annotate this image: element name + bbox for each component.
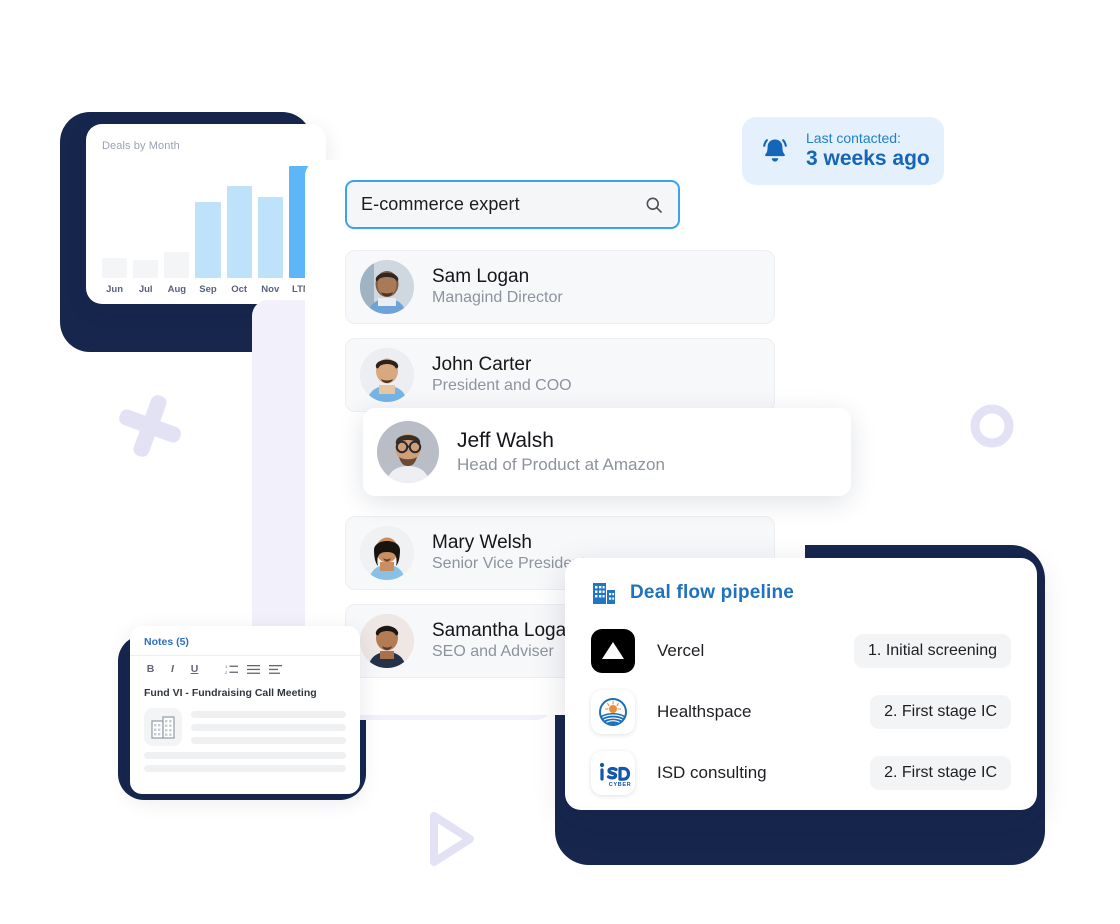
- svg-text:CYBER: CYBER: [609, 782, 632, 788]
- bar: [226, 186, 252, 278]
- bar: [133, 260, 159, 278]
- bar: [102, 257, 128, 278]
- avatar: [377, 421, 439, 483]
- list-bullet-icon[interactable]: [247, 664, 260, 675]
- list-item[interactable]: John Carter President and COO: [345, 338, 775, 412]
- building-thumbnail-icon: [144, 708, 182, 746]
- pipeline-header: Deal flow pipeline: [591, 580, 1011, 606]
- chart-bar-sep: [195, 166, 221, 278]
- contact-role: Managind Director: [432, 289, 563, 307]
- avatar: [360, 614, 414, 668]
- list-item-featured[interactable]: Jeff Walsh Head of Product at Amazon: [363, 408, 851, 496]
- badge-value: 3 weeks ago: [806, 147, 930, 171]
- italic-icon[interactable]: I: [166, 663, 179, 675]
- deal-company-name: Vercel: [657, 640, 705, 660]
- chart-bar-jul: [133, 166, 159, 278]
- chart-tick-label: Jul: [138, 284, 153, 295]
- notes-skeleton-lines-wide: [144, 752, 346, 772]
- table-row[interactable]: Healthspace 2. First stage IC: [591, 681, 1011, 742]
- notes-title: Notes (5): [144, 636, 189, 648]
- chart-x-axis-labels: Jun Jul Aug Sep Oct Nov LTM: [102, 284, 314, 295]
- contact-role: President and COO: [432, 377, 572, 395]
- deals-by-month-card: Deals by Month Jun Jul Aug Sep Oct Nov LTM: [86, 124, 326, 304]
- notes-card: Notes (5) B I U 1 2 Fund VI - Fundraisin…: [130, 626, 360, 794]
- bold-icon[interactable]: B: [144, 663, 157, 675]
- avatar: [360, 260, 414, 314]
- chart-bars: [102, 166, 314, 278]
- bar: [257, 197, 283, 278]
- chart-tick-label: Oct: [231, 284, 248, 295]
- notes-toolbar[interactable]: B I U 1 2: [144, 656, 346, 680]
- search-input[interactable]: E-commerce expert: [345, 180, 680, 229]
- chart-bar-oct: [226, 166, 252, 278]
- contact-role: SEO and Adviser: [432, 643, 554, 661]
- contact-role: Head of Product at Amazon: [457, 455, 665, 475]
- chart-tick-label: Aug: [167, 284, 187, 295]
- plus-decoration: [119, 395, 181, 457]
- chart-bar-nov: [257, 166, 283, 278]
- bell-icon: [763, 139, 787, 162]
- notes-skeleton-lines: [191, 708, 346, 750]
- contact-role: Senior Vice President: [432, 555, 586, 573]
- chart-bar-jun: [102, 166, 128, 278]
- illustration-stage: Deals by Month Jun Jul Aug Sep Oct Nov LTM E-c…: [0, 0, 1120, 924]
- bar: [195, 201, 221, 278]
- chart-title: Deals by Month: [102, 140, 180, 152]
- ring-decoration: [970, 404, 1014, 448]
- notes-heading: Fund VI - Fundraising Call Meeting: [144, 687, 317, 699]
- status-badge: 2. First stage IC: [870, 755, 1011, 790]
- chart-tick-label: Sep: [199, 284, 217, 295]
- status-badge: 2. First stage IC: [870, 694, 1011, 729]
- vercel-logo-icon: [591, 628, 635, 673]
- avatar: [360, 348, 414, 402]
- notes-body: [144, 708, 346, 750]
- badge-label: Last contacted:: [806, 130, 901, 147]
- avatar: [360, 526, 414, 580]
- underline-icon[interactable]: U: [188, 663, 201, 675]
- pipeline-title: Deal flow pipeline: [630, 582, 795, 603]
- chart-tick-label: Nov: [261, 284, 280, 295]
- status-badge: 1. Initial screening: [854, 633, 1011, 668]
- svg-text:2: 2: [225, 670, 228, 675]
- bar: [164, 252, 190, 278]
- contact-name: Jeff Walsh: [457, 428, 554, 452]
- align-left-icon[interactable]: [269, 664, 282, 675]
- status-badge-last-contacted: Last contacted: 3 weeks ago: [742, 117, 944, 185]
- chart-bar-aug: [164, 166, 190, 278]
- list-item[interactable]: Sam Logan Managind Director: [345, 250, 775, 324]
- svg-text:1: 1: [225, 664, 228, 669]
- contact-name: Samantha Logan: [432, 619, 577, 641]
- search-icon[interactable]: [644, 195, 664, 215]
- isd-cyber-logo-icon: CYBER: [591, 750, 635, 795]
- contact-name: Sam Logan: [432, 265, 530, 287]
- building-icon: [593, 583, 615, 604]
- deal-company-name: Healthspace: [657, 701, 752, 721]
- list-ordered-icon[interactable]: 1 2: [225, 664, 238, 675]
- contact-name: John Carter: [432, 353, 532, 375]
- deal-flow-pipeline-card: Deal flow pipeline Vercel 1. Initial scr…: [565, 558, 1037, 810]
- table-row[interactable]: Vercel 1. Initial screening: [591, 620, 1011, 681]
- chart-tick-label: Jun: [106, 284, 124, 295]
- table-row[interactable]: CYBER ISD consulting 2. First stage IC: [591, 742, 1011, 803]
- play-decoration: [430, 812, 474, 866]
- contact-name: Mary Welsh: [432, 531, 532, 553]
- healthspace-logo-icon: [591, 689, 635, 734]
- search-input-value: E-commerce expert: [361, 194, 520, 214]
- deal-company-name: ISD consulting: [657, 762, 767, 782]
